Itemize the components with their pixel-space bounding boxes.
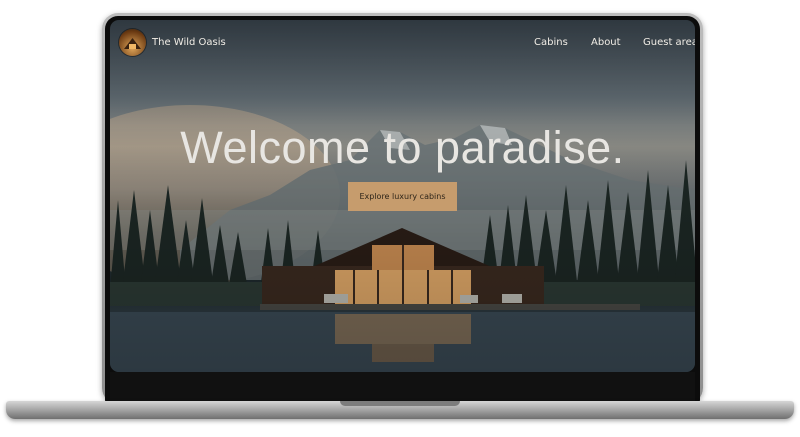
explore-cabins-button[interactable]: Explore luxury cabins — [348, 182, 457, 211]
brand-name[interactable]: The Wild Oasis — [152, 37, 226, 48]
top-navigation: The Wild Oasis Cabins About Guest area — [110, 20, 695, 68]
logo-icon[interactable] — [119, 29, 146, 56]
laptop-notch — [340, 401, 460, 406]
keyboard-reflection — [110, 372, 695, 402]
nav-link-cabins[interactable]: Cabins — [534, 37, 568, 48]
hero-title: Welcome to paradise. — [180, 122, 625, 173]
nav-link-guest-area[interactable]: Guest area — [643, 37, 695, 48]
nav-link-about[interactable]: About — [591, 37, 621, 48]
cabin-logo-icon — [124, 38, 141, 49]
app-screen: The Wild Oasis Cabins About Guest area W… — [110, 20, 695, 372]
